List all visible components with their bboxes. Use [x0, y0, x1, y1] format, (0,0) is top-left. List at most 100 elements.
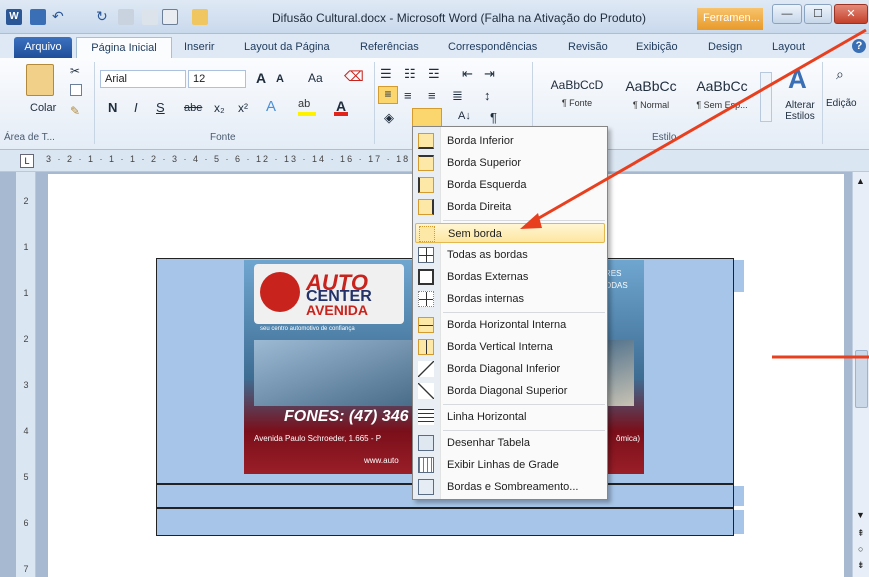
logo-tagline: seu centro automotivo de confiança: [260, 326, 355, 332]
tab-arquivo[interactable]: Arquivo: [14, 37, 72, 58]
font-name-select[interactable]: Arial: [100, 70, 186, 88]
menu-item-sem-borda[interactable]: Sem borda: [415, 223, 605, 243]
print-icon[interactable]: [118, 9, 134, 25]
menu-item-bordas-internas[interactable]: Bordas internas: [415, 289, 605, 309]
shrink-font-button[interactable]: A: [276, 73, 284, 85]
tab-referencias[interactable]: Referências: [360, 37, 419, 58]
close-button[interactable]: ✕: [834, 4, 868, 24]
bullets-icon[interactable]: ☰: [380, 66, 392, 82]
menu-item-borda-vertical-interna[interactable]: Borda Vertical Interna: [415, 337, 605, 357]
menu-item-label: Borda Diagonal Superior: [447, 385, 568, 397]
border-bottom-icon: [418, 133, 434, 149]
tab-revisao[interactable]: Revisão: [568, 37, 608, 58]
increase-indent-icon[interactable]: ⇥: [484, 66, 495, 82]
redo-icon[interactable]: ↻: [96, 9, 112, 25]
prev-page-icon[interactable]: ⇞: [857, 528, 865, 539]
maximize-button[interactable]: ☐: [804, 4, 832, 24]
menu-item-borda-diagonal-inferior[interactable]: Borda Diagonal Inferior: [415, 359, 605, 379]
tab-exibicao[interactable]: Exibição: [636, 37, 678, 58]
bold-button[interactable]: N: [108, 100, 117, 115]
email-icon[interactable]: [142, 9, 158, 25]
table-tools-context-tab[interactable]: Ferramen...: [697, 8, 763, 30]
table-cell-row3[interactable]: [156, 508, 734, 536]
menu-item-exibir-linhas-de-grade[interactable]: Exibir Linhas de Grade: [415, 455, 605, 475]
align-right-icon[interactable]: ≡: [428, 88, 436, 103]
minimize-button[interactable]: —: [772, 4, 802, 24]
tab-layout[interactable]: Layout: [772, 37, 805, 58]
underline-button[interactable]: S: [156, 100, 165, 115]
diagonal-up-border-icon: [418, 383, 434, 399]
browse-object-icon[interactable]: ○: [858, 544, 863, 554]
scroll-down-icon[interactable]: ▼: [856, 510, 865, 520]
tab-pagina-inicial[interactable]: Página Inicial: [76, 37, 172, 58]
open-folder-icon[interactable]: [192, 9, 208, 25]
menu-item-borda-inferior[interactable]: Borda Inferior: [415, 131, 605, 151]
cut-icon[interactable]: ✂: [70, 64, 80, 78]
shading-icon[interactable]: ◈: [384, 110, 394, 126]
editing-button[interactable]: Edição: [826, 98, 857, 109]
menu-item-bordas-externas[interactable]: Bordas Externas: [415, 267, 605, 287]
style-fonte[interactable]: AaBbCcD⁠ ¶ Fonte: [542, 72, 612, 118]
help-icon[interactable]: ?: [852, 39, 866, 53]
font-color-icon[interactable]: A: [334, 98, 348, 116]
tab-layout-pagina[interactable]: Layout da Página: [244, 37, 330, 58]
multilevel-list-icon[interactable]: ☲: [428, 66, 440, 82]
line-spacing-icon[interactable]: ↕: [484, 88, 491, 103]
numbering-icon[interactable]: ☷: [404, 66, 416, 82]
border-left-icon: [418, 177, 434, 193]
menu-item-todas-as-bordas[interactable]: Todas as bordas: [415, 245, 605, 265]
table-icon[interactable]: [162, 9, 178, 25]
save-icon[interactable]: [30, 9, 46, 25]
menu-item-borda-horizontal-interna[interactable]: Borda Horizontal Interna: [415, 315, 605, 335]
change-styles-button[interactable]: Alterar Estilos: [778, 100, 822, 122]
grow-font-button[interactable]: A: [256, 70, 266, 86]
inside-horizontal-border-icon: [418, 317, 434, 333]
tab-selector[interactable]: L: [20, 154, 34, 168]
strikethrough-button[interactable]: abe: [184, 102, 202, 114]
clear-formatting-icon[interactable]: ⌫: [344, 68, 364, 85]
format-painter-icon[interactable]: ✎: [70, 104, 80, 118]
justify-icon[interactable]: ≣: [452, 88, 463, 104]
tab-design[interactable]: Design: [708, 37, 742, 58]
align-left-icon[interactable]: ≡: [378, 86, 398, 104]
borders-button[interactable]: [412, 108, 442, 128]
undo-icon[interactable]: ↶: [52, 9, 68, 25]
style-normal[interactable]: AaBbCc ¶ Normal: [616, 72, 686, 118]
menu-item-borda-esquerda[interactable]: Borda Esquerda: [415, 175, 605, 195]
menu-item-borda-superior[interactable]: Borda Superior: [415, 153, 605, 173]
banner-website: www.auto: [364, 456, 399, 465]
sort-button[interactable]: A↓: [458, 110, 471, 122]
style-sem-espaco[interactable]: AaBbCc ¶ Sem Esp...: [688, 72, 756, 118]
paste-button[interactable]: Colar: [30, 102, 56, 114]
copy-icon[interactable]: [70, 84, 82, 96]
align-center-icon[interactable]: ≡: [404, 88, 412, 103]
font-size-select[interactable]: 12: [188, 70, 246, 88]
subscript-button[interactable]: x₂: [214, 101, 225, 115]
styles-scroll-icon[interactable]: [760, 72, 772, 122]
change-case-button[interactable]: Aa: [308, 71, 323, 85]
word-app-icon[interactable]: W: [6, 9, 22, 25]
menu-item-borda-diagonal-superior[interactable]: Borda Diagonal Superior: [415, 381, 605, 401]
menu-item-label: Exibir Linhas de Grade: [447, 459, 559, 471]
menu-item-borda-direita[interactable]: Borda Direita: [415, 197, 605, 217]
vertical-scrollbar[interactable]: ▲ ▼ ⇞ ○ ⇟: [852, 172, 869, 577]
scroll-thumb[interactable]: [855, 350, 868, 408]
tab-inserir[interactable]: Inserir: [184, 37, 215, 58]
paste-icon[interactable]: [26, 64, 54, 96]
menu-item-desenhar-tabela[interactable]: Desenhar Tabela: [415, 433, 605, 453]
change-styles-icon[interactable]: A: [788, 64, 807, 95]
next-page-icon[interactable]: ⇟: [857, 560, 865, 571]
superscript-button[interactable]: x²: [238, 101, 248, 115]
decrease-indent-icon[interactable]: ⇤: [462, 66, 473, 82]
text-effects-icon[interactable]: A: [266, 98, 276, 115]
tab-correspondencias[interactable]: Correspondências: [448, 37, 537, 58]
menu-item-linha-horizontal[interactable]: Linha Horizontal: [415, 407, 605, 427]
borders-shading-icon: [418, 479, 434, 495]
show-formatting-button[interactable]: ¶: [490, 110, 497, 125]
binoculars-icon[interactable]: ⌕: [836, 66, 844, 83]
highlight-color-icon[interactable]: ab: [298, 98, 316, 116]
vertical-ruler[interactable]: 2 1 1 2 3 4 5 6 7: [16, 172, 36, 577]
menu-item-bordas-e-sombreamento[interactable]: Bordas e Sombreamento...: [415, 477, 605, 497]
italic-button[interactable]: I: [134, 100, 138, 115]
scroll-up-icon[interactable]: ▲: [856, 176, 865, 186]
